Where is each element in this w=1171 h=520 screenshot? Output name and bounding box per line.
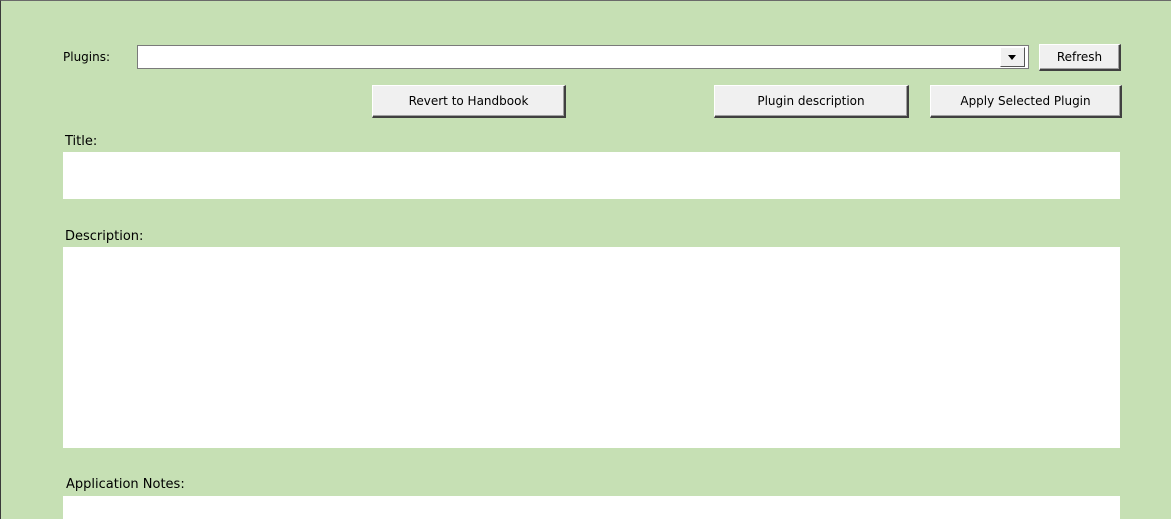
plugins-label: Plugins: [63, 50, 111, 64]
description-field[interactable] [63, 247, 1120, 448]
refresh-button[interactable]: Refresh [1039, 44, 1121, 71]
revert-to-handbook-button[interactable]: Revert to Handbook [372, 85, 566, 118]
plugins-dropdown[interactable] [137, 45, 1029, 69]
plugin-form-panel: Plugins: Refresh Revert to Handbook Plug… [0, 0, 1171, 520]
apply-selected-plugin-button[interactable]: Apply Selected Plugin [930, 85, 1122, 118]
description-label: Description: [65, 229, 144, 244]
plugins-dropdown-button[interactable] [1000, 47, 1025, 67]
title-label: Title: [65, 134, 98, 149]
application-notes-field[interactable] [63, 496, 1120, 520]
title-field[interactable] [63, 152, 1120, 199]
plugin-description-button[interactable]: Plugin description [714, 85, 909, 118]
application-notes-label: Application Notes: [66, 477, 185, 492]
chevron-down-icon [1008, 55, 1016, 60]
